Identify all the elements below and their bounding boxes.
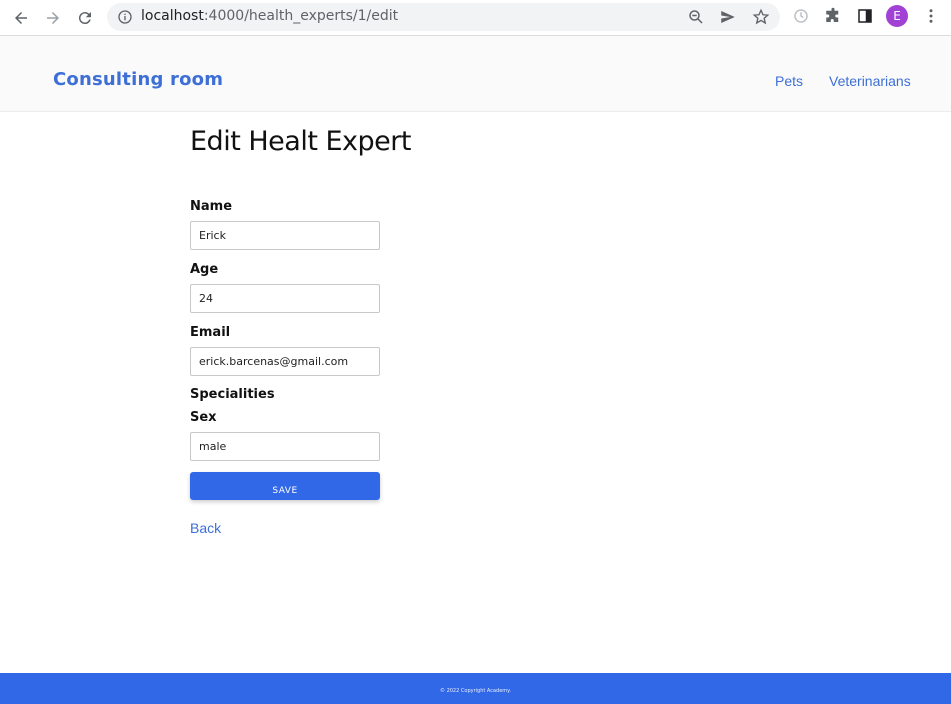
age-label: Age: [190, 262, 219, 277]
info-icon[interactable]: [117, 9, 133, 25]
profile-avatar[interactable]: E: [886, 5, 908, 27]
save-button[interactable]: SAVE: [190, 472, 380, 500]
nav-link-pets[interactable]: Pets: [775, 73, 803, 89]
back-link[interactable]: Back: [190, 520, 221, 536]
side-panel-icon[interactable]: [856, 7, 874, 25]
specialities-label: Specialities: [190, 387, 275, 402]
page-title: Edit Healt Expert: [190, 126, 411, 157]
extension-clock-icon[interactable]: [792, 7, 810, 25]
address-bar[interactable]: localhost:4000/health_experts/1/edit: [107, 3, 780, 31]
url-host: localhost: [141, 8, 204, 24]
reload-icon[interactable]: [73, 6, 97, 30]
back-arrow-icon[interactable]: [9, 6, 33, 30]
name-label: Name: [190, 199, 233, 214]
url-text[interactable]: localhost:4000/health_experts/1/edit: [141, 8, 398, 24]
app-header: Consulting room Pets Veterinarians: [0, 36, 951, 112]
sex-label: Sex: [190, 410, 217, 425]
copyright-text: © 2022 Copyright Academy.: [439, 688, 512, 694]
email-field[interactable]: [190, 347, 380, 376]
sex-field[interactable]: [190, 432, 380, 461]
extensions-puzzle-icon[interactable]: [824, 7, 842, 25]
forward-arrow-icon[interactable]: [41, 6, 65, 30]
url-path: :4000/health_experts/1/edit: [203, 8, 399, 24]
nav-link-veterinarians[interactable]: Veterinarians: [829, 73, 911, 89]
age-field[interactable]: [190, 284, 380, 313]
footer: © 2022 Copyright Academy.: [0, 673, 951, 704]
brand-logo[interactable]: Consulting room: [53, 69, 223, 90]
menu-kebab-icon[interactable]: [922, 7, 940, 25]
send-icon[interactable]: [719, 8, 737, 26]
bookmark-star-icon[interactable]: [752, 8, 770, 26]
name-field[interactable]: [190, 221, 380, 250]
zoom-icon[interactable]: [687, 8, 705, 26]
browser-toolbar: localhost:4000/health_experts/1/edit E: [0, 0, 951, 36]
email-label: Email: [190, 325, 231, 340]
